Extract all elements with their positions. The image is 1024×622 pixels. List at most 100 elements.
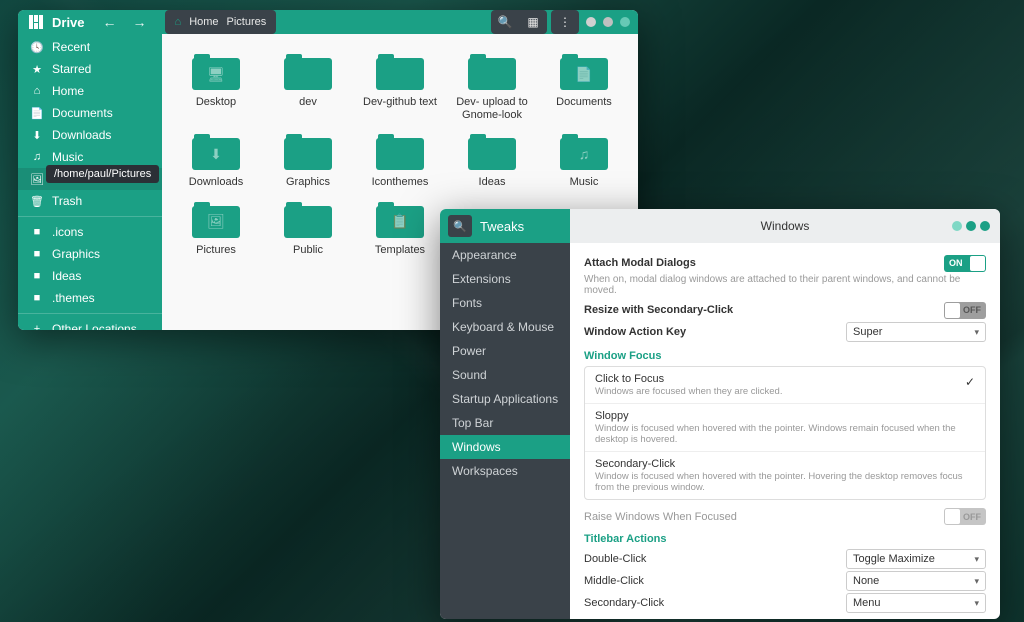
double-click-label: Double-Click [584,553,846,565]
tweaks-sidebar-fonts[interactable]: Fonts [440,291,570,315]
downloads-icon: ⬇ [30,129,44,142]
folder-icon [284,52,332,90]
file-item[interactable]: Ideas [446,128,538,193]
tweaks-sidebar: AppearanceExtensionsFontsKeyboard & Mous… [440,243,570,619]
file-item[interactable]: Graphics [262,128,354,193]
window-minimize-button[interactable] [586,17,596,27]
music-icon: ♫ [30,151,44,163]
folder-icon [376,132,424,170]
attach-dialogs-toggle[interactable]: ON [944,255,986,272]
tweaks-sidebar-top-bar[interactable]: Top Bar [440,411,570,435]
tweaks-sidebar-windows[interactable]: Windows [440,435,570,459]
window-maximize-button[interactable] [603,17,613,27]
middle-click-label: Middle-Click [584,575,846,587]
tweaks-sidebar-power[interactable]: Power [440,339,570,363]
tweaks-search-button[interactable]: 🔍 [448,215,472,237]
recent-icon: 🕓 [30,41,44,54]
tweaks-sidebar-extensions[interactable]: Extensions [440,267,570,291]
chevron-down-icon: ▾ [974,598,979,609]
plus-icon: + [30,323,44,330]
sidebar-bookmark-Graphics[interactable]: ■Graphics [18,243,162,265]
folder-icon: ⬇ [192,132,240,170]
folder-icon: ■ [30,226,44,238]
sidebar-bookmark-Ideas[interactable]: ■Ideas [18,265,162,287]
pictures-icon: 🖼 [30,173,44,186]
sidebar-item-downloads[interactable]: ⬇Downloads [18,124,162,146]
view-toggle-button[interactable]: ▦ [519,10,547,34]
resize-secondary-toggle[interactable]: OFF [944,302,986,319]
folder-icon: 📄 [560,52,608,90]
folder-icon: 🖥 [192,52,240,90]
focus-option[interactable]: Secondary-ClickWindow is focused when ho… [585,452,985,499]
file-item[interactable]: Dev-github text [354,48,446,126]
tweaks-content: Attach Modal Dialogs ON When on, modal d… [570,243,1000,619]
tweaks-sidebar-sound[interactable]: Sound [440,363,570,387]
file-item[interactable]: Iconthemes [354,128,446,193]
checkmark-icon: ✓ [965,375,975,389]
file-item[interactable]: ⬇Downloads [170,128,262,193]
window-minimize-button[interactable] [952,221,962,231]
file-item[interactable]: Public [262,196,354,261]
file-item[interactable]: 📄Documents [538,48,630,126]
raise-windows-toggle: OFF [944,508,986,525]
sidebar-bookmark-themes[interactable]: ■.themes [18,287,162,309]
tweaks-panel-title: Windows [761,219,810,233]
middle-click-combobox[interactable]: None▾ [846,571,986,591]
folder-icon [284,132,332,170]
search-button[interactable]: 🔍 [491,10,519,34]
sidebar-item-documents[interactable]: 📄Documents [18,102,162,124]
menu-button[interactable]: ⋮ [551,10,579,34]
window-close-button[interactable] [620,17,630,27]
sidebar-bookmark-icons[interactable]: ■.icons [18,221,162,243]
file-item[interactable]: 📋Templates [354,196,446,261]
file-item[interactable]: 🖼Pictures [170,196,262,261]
action-key-label: Window Action Key [584,326,846,338]
path-tooltip: /home/paul/Pictures [46,165,159,183]
breadcrumb-current[interactable]: Pictures [227,16,267,28]
secondary-click-combobox[interactable]: Menu▾ [846,593,986,613]
home-icon: ⌂ [175,16,182,28]
double-click-combobox[interactable]: Toggle Maximize▾ [846,549,986,569]
files-sidebar: 🕓Recent★Starred⌂Home📄Documents⬇Downloads… [18,34,162,330]
chevron-down-icon: ▾ [974,576,979,587]
files-header: Drive ← → ⌂ Home Pictures 🔍 ▦ ⋮ [18,10,638,34]
attach-dialogs-label: Attach Modal Dialogs [584,257,944,269]
tweaks-sidebar-appearance[interactable]: Appearance [440,243,570,267]
chevron-down-icon: ▾ [974,327,979,338]
sidebar-item-recent[interactable]: 🕓Recent [18,36,162,58]
action-key-combobox[interactable]: Super▾ [846,322,986,342]
home-icon: ⌂ [30,85,44,97]
raise-windows-label: Raise Windows When Focused [584,511,944,523]
forward-button[interactable]: → [129,11,151,33]
file-item[interactable]: dev [262,48,354,126]
trash-icon: 🗑 [30,195,44,208]
window-close-button[interactable] [980,221,990,231]
tweaks-sidebar-workspaces[interactable]: Workspaces [440,459,570,483]
file-item[interactable]: ♫Music [538,128,630,193]
starred-icon: ★ [30,63,44,76]
sidebar-other-locations[interactable]: +Other Locations [18,318,162,330]
focus-option[interactable]: SloppyWindow is focused when hovered wit… [585,404,985,452]
window-focus-section: Window Focus [584,350,986,362]
folder-icon: ■ [30,270,44,282]
titlebar-actions-section: Titlebar Actions [584,533,986,545]
breadcrumb[interactable]: ⌂ Home Pictures [165,10,277,34]
file-item[interactable]: Dev- upload to Gnome-look [446,48,538,126]
app-logo-icon [28,14,44,30]
sidebar-item-trash[interactable]: 🗑Trash [18,190,162,212]
sidebar-item-home[interactable]: ⌂Home [18,80,162,102]
sidebar-item-starred[interactable]: ★Starred [18,58,162,80]
files-title: Drive [52,15,85,30]
focus-option[interactable]: Click to FocusWindows are focused when t… [585,367,985,404]
tweaks-sidebar-keyboard-mouse[interactable]: Keyboard & Mouse [440,315,570,339]
tweaks-sidebar-startup-applications[interactable]: Startup Applications [440,387,570,411]
folder-icon: ♫ [560,132,608,170]
folder-icon: 📋 [376,200,424,238]
tweaks-title: Tweaks [480,219,524,234]
folder-icon [376,52,424,90]
file-item[interactable]: 🖥Desktop [170,48,262,126]
folder-icon: 🖼 [192,200,240,238]
window-maximize-button[interactable] [966,221,976,231]
breadcrumb-home[interactable]: Home [189,16,218,28]
back-button[interactable]: ← [99,11,121,33]
